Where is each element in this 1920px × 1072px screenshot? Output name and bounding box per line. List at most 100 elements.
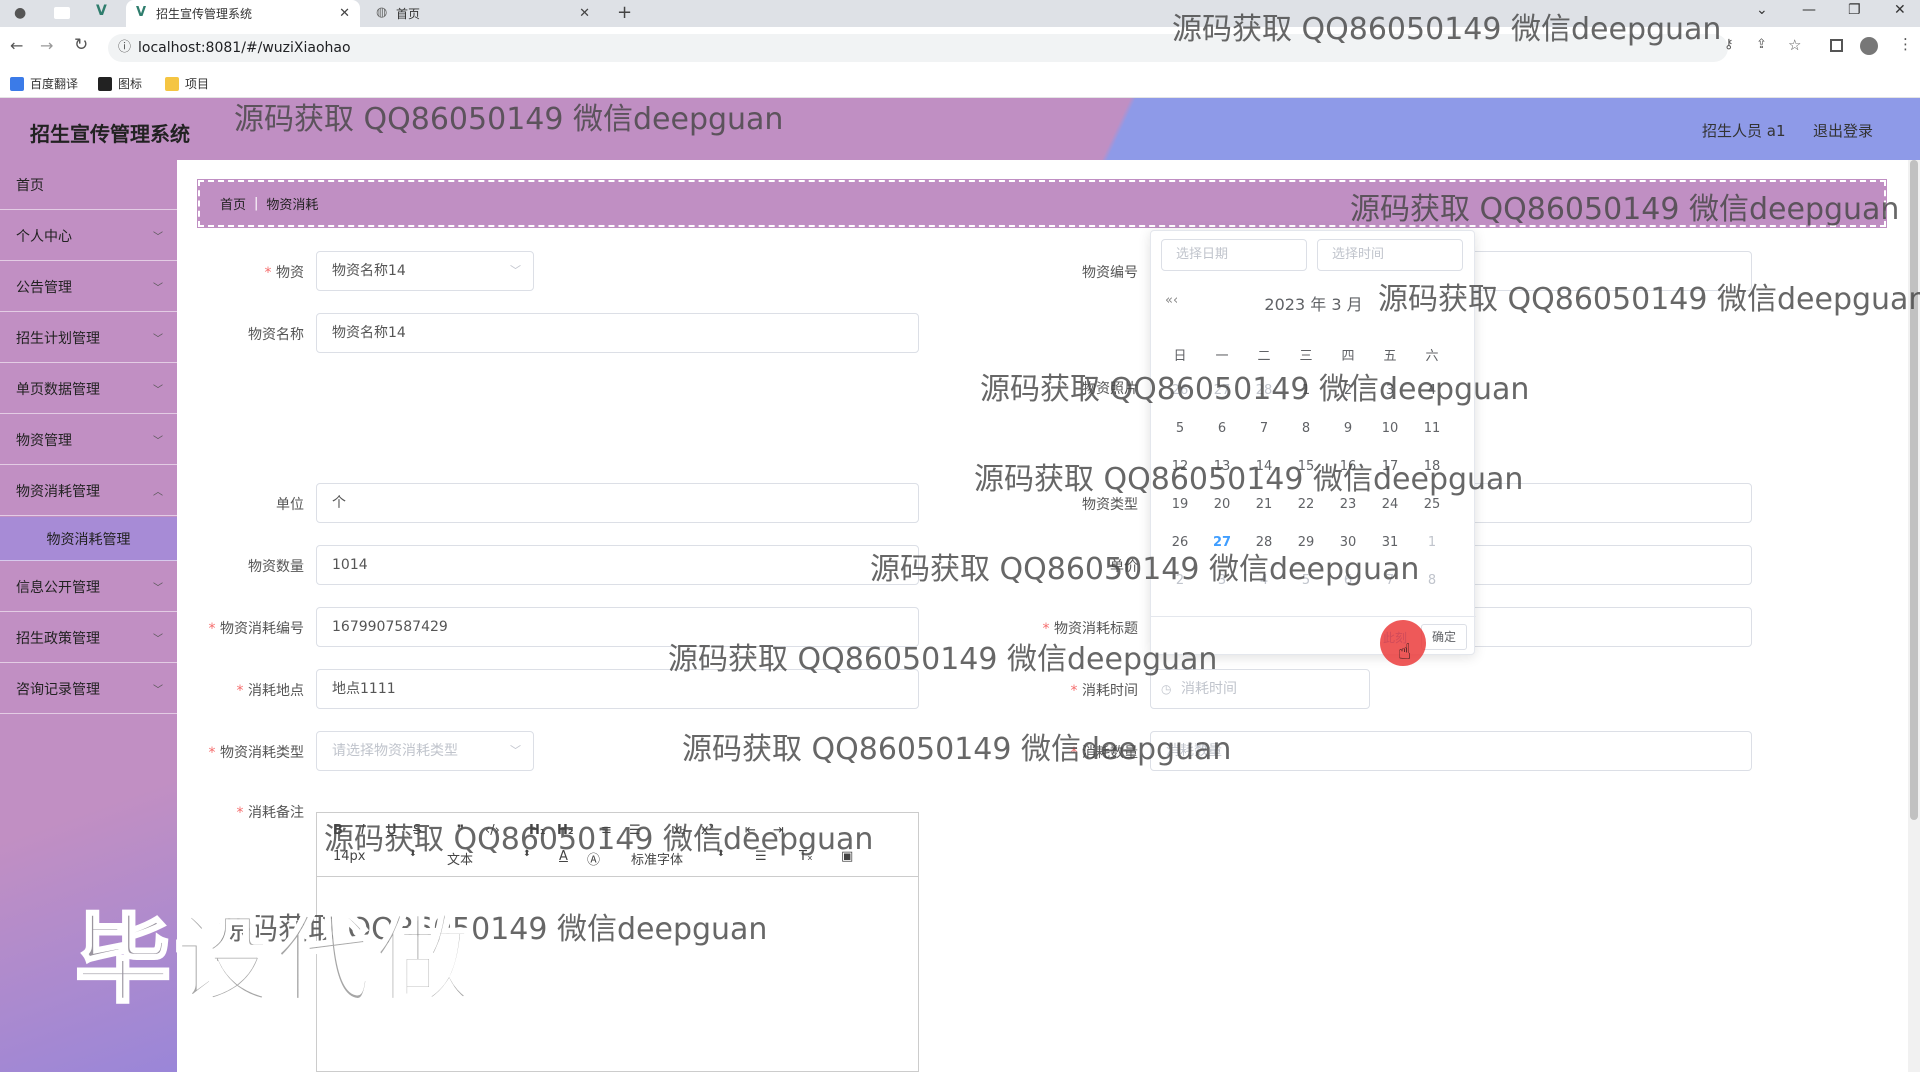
picker-date-input[interactable]: 选择日期 <box>1161 239 1307 271</box>
sidebar-item-profile[interactable]: 个人中心 ﹀ <box>0 211 177 261</box>
weekday-header: 六 <box>1425 349 1439 364</box>
sidebar-item-notice[interactable]: 公告管理 ﹀ <box>0 262 177 312</box>
globe-icon: ◍ <box>376 5 388 20</box>
day-cell[interactable]: 19 <box>1165 497 1195 512</box>
chevron-down-icon[interactable]: ⌄ <box>1756 2 1768 18</box>
consume-type-label: 物资消耗类型 <box>164 742 304 762</box>
chevron-down-icon: ﹀ <box>153 583 163 594</box>
sidebar-item-single-page[interactable]: 单页数据管理 ﹀ <box>0 364 177 414</box>
profile-icon[interactable] <box>1860 37 1878 55</box>
app-title: 招生宣传管理系统 <box>30 122 190 146</box>
close-icon[interactable]: ✕ <box>339 6 350 21</box>
tab-home[interactable]: ◍ 首页 ✕ <box>366 0 600 27</box>
consume-type-placeholder: 请选择物资消耗类型 <box>332 743 458 759</box>
sidebar-item-label: 咨询记录管理 <box>16 681 100 698</box>
picker-month[interactable]: 3 月 <box>1331 295 1362 314</box>
day-cell[interactable]: 25 <box>1417 497 1447 512</box>
bookmark-icons[interactable]: 图标 <box>98 75 142 92</box>
new-tab-icon[interactable]: + <box>617 2 632 23</box>
day-cell[interactable]: 6 <box>1207 421 1237 436</box>
day-cell[interactable]: 24 <box>1375 497 1405 512</box>
menu-icon[interactable]: ⋮ <box>1898 35 1913 53</box>
blank-tab-icon[interactable] <box>54 7 70 19</box>
chevron-down-icon: ﹀ <box>153 385 163 396</box>
watermark-text: 源码获取 QQ86050149 微信deepguan <box>324 822 874 857</box>
day-cell[interactable]: 7 <box>1249 421 1279 436</box>
restore-icon[interactable]: ❐ <box>1848 2 1861 18</box>
day-cell[interactable]: 22 <box>1291 497 1321 512</box>
day-cell[interactable]: 11 <box>1417 421 1447 436</box>
breadcrumb-home[interactable]: 首页 <box>220 194 246 213</box>
day-cell[interactable]: 8 <box>1417 573 1447 588</box>
chevron-down-icon: ﹀ <box>153 334 163 345</box>
day-cell[interactable]: 23 <box>1333 497 1363 512</box>
wuzi-select-value: 物资名称14 <box>332 263 406 279</box>
chevron-down-icon: ﹀ <box>153 634 163 645</box>
time-placeholder: 消耗时间 <box>1181 681 1237 697</box>
key-icon[interactable]: ⚷ <box>1724 37 1734 52</box>
unit-field[interactable]: 个 <box>316 483 919 523</box>
reload-icon[interactable]: ↻ <box>74 35 88 55</box>
weekday-header: 三 <box>1299 349 1313 364</box>
picker-time-input[interactable]: 选择时间 <box>1317 239 1463 271</box>
back-icon[interactable]: ← <box>10 36 23 55</box>
folder-icon <box>165 76 179 91</box>
info-icon[interactable]: ⓘ <box>118 34 131 62</box>
ok-button[interactable]: 确定 <box>1421 624 1467 650</box>
consume-qty-field[interactable]: 消耗数量 <box>1150 731 1752 771</box>
weekday-header: 日 <box>1173 349 1187 364</box>
watermark-text: 源码获取 QQ86050149 微信deepguan <box>974 462 1524 497</box>
sidebar-item-consult[interactable]: 咨询记录管理 ﹀ <box>0 664 177 714</box>
sidebar-item-label: 物资消耗管理 <box>46 531 131 548</box>
day-cell[interactable]: 1 <box>1417 535 1447 550</box>
sidebar-subitem-consumption[interactable]: 物资消耗管理 <box>0 517 177 561</box>
sidebar-item-label: 单页数据管理 <box>16 381 100 398</box>
wuzi-select[interactable]: 物资名称14 ﹀ <box>316 251 534 291</box>
chevron-down-icon: ﹀ <box>510 744 521 757</box>
weekday-header: 四 <box>1341 349 1355 364</box>
bookmark-baidu-translate[interactable]: 百度翻译 <box>10 75 78 92</box>
weekday-header: 五 <box>1383 349 1397 364</box>
sidebar-item-label: 物资消耗管理 <box>16 483 100 500</box>
watermark-text: 源码获取 QQ86050149 微信deepguan <box>980 372 1530 407</box>
sidebar-item-label: 公告管理 <box>16 279 72 296</box>
wuzi-name-field[interactable]: 物资名称14 <box>316 313 919 353</box>
scrollbar-thumb[interactable] <box>1910 160 1918 820</box>
chevron-down-icon: ﹀ <box>153 436 163 447</box>
sidebar-item-policy[interactable]: 招生政策管理 ﹀ <box>0 613 177 663</box>
sidebar-item-materials[interactable]: 物资管理 ﹀ <box>0 415 177 465</box>
unit-label: 单位 <box>276 497 304 513</box>
star-icon[interactable]: ☆ <box>1788 36 1801 54</box>
qty-label: 物资数量 <box>248 559 304 575</box>
sidebar-item-consumption[interactable]: 物资消耗管理 ︿ <box>0 466 177 516</box>
tab-label: 首页 <box>396 7 421 21</box>
day-cell[interactable]: 9 <box>1333 421 1363 436</box>
day-cell[interactable]: 8 <box>1291 421 1321 436</box>
bookmark-label: 百度翻译 <box>30 77 79 91</box>
sidebar-item-home[interactable]: 首页 <box>0 160 177 210</box>
sidebar-item-plan[interactable]: 招生计划管理 ﹀ <box>0 313 177 363</box>
day-cell[interactable]: 5 <box>1165 421 1195 436</box>
close-icon[interactable]: ✕ <box>579 6 590 21</box>
forward-icon[interactable]: → <box>40 36 53 55</box>
logout-link[interactable]: 退出登录 <box>1813 120 1873 141</box>
day-cell[interactable]: 10 <box>1375 421 1405 436</box>
github-icon[interactable]: ● <box>14 5 26 21</box>
day-cell[interactable]: 20 <box>1207 497 1237 512</box>
vue-icon[interactable]: V <box>96 3 107 19</box>
consume-type-select[interactable]: 请选择物资消耗类型 ﹀ <box>316 731 534 771</box>
close-window-icon[interactable]: ✕ <box>1894 2 1906 18</box>
tab-active[interactable]: V 招生宣传管理系统 ✕ <box>126 0 360 27</box>
bookmark-project[interactable]: 项目 <box>165 75 209 92</box>
minimize-icon[interactable]: — <box>1802 2 1816 18</box>
watermark-text: 源码获取 QQ86050149 微信deepguan <box>1378 282 1920 317</box>
day-cell[interactable]: 21 <box>1249 497 1279 512</box>
breadcrumb-separator: | <box>254 196 259 211</box>
sidepanel-icon[interactable] <box>1830 39 1843 52</box>
share-icon[interactable]: ⇪ <box>1756 37 1767 52</box>
picker-year[interactable]: 2023 年 <box>1264 295 1326 314</box>
translate-icon <box>10 76 24 91</box>
sidebar-item-disclosure[interactable]: 信息公开管理 ﹀ <box>0 562 177 612</box>
qty-field[interactable]: 1014 <box>316 545 919 585</box>
hand-cursor-icon: ☝ <box>1398 640 1412 665</box>
